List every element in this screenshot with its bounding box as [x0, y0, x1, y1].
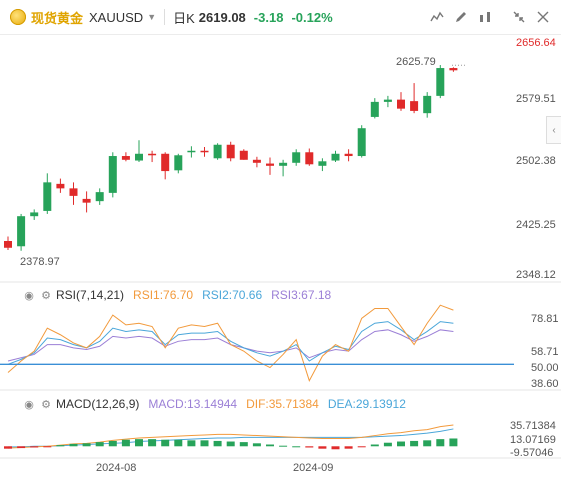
- macd-bar: [161, 439, 170, 447]
- macd-bar: [187, 440, 196, 447]
- chart-window: 现货黄金 XAUUSD ▼ 日K 2619.08 -3.18 -0.12% 26…: [0, 0, 561, 482]
- settings-gear-icon[interactable]: ⚙: [39, 398, 53, 411]
- eye-icon[interactable]: ◉: [22, 398, 36, 411]
- dea-value: DEA:29.13912: [327, 397, 406, 411]
- rsi-legend: ◉ ⚙ RSI(7,14,21) RSI1:76.70 RSI2:70.66 R…: [22, 288, 331, 302]
- rsi-tick: 58.71: [531, 346, 559, 358]
- rsi3-value: RSI3:67.18: [271, 288, 332, 302]
- macd-bar: [266, 444, 274, 447]
- macd-bar: [43, 446, 52, 448]
- settings-gear-icon[interactable]: ⚙: [39, 289, 53, 302]
- close-icon[interactable]: [533, 8, 553, 26]
- toolbar: [427, 8, 553, 26]
- symbol-selector[interactable]: XAUUSD: [89, 10, 143, 25]
- macd-tick: 13.07169: [510, 434, 556, 446]
- price-tick: 2348.12: [516, 269, 556, 281]
- rsi-tick: 38.60: [531, 378, 559, 390]
- time-tick: 2024-09: [293, 462, 333, 474]
- period-selector[interactable]: 日K: [173, 8, 195, 27]
- high-annotation: 2625.79: [396, 56, 436, 68]
- rsi-tick: 50.00: [531, 362, 559, 374]
- macd-bar: [4, 446, 12, 449]
- chart-canvas[interactable]: 2656.64 2579.51 2502.38 2425.25 2348.12 …: [0, 34, 561, 482]
- chart-header: 现货黄金 XAUUSD ▼ 日K 2619.08 -3.18 -0.12%: [0, 0, 561, 35]
- macd-bar: [174, 439, 183, 447]
- macd-bar: [148, 439, 157, 447]
- macd-tick: 35.71384: [510, 420, 556, 432]
- chevron-down-icon[interactable]: ▼: [147, 12, 156, 22]
- price-change-pct: -0.12%: [291, 9, 333, 25]
- macd-bar: [200, 440, 209, 447]
- macd-bar: [344, 446, 353, 449]
- macd-bar: [30, 446, 39, 448]
- macd-bar: [423, 440, 432, 447]
- macd-bar: [82, 443, 91, 447]
- macd-bar: [69, 443, 78, 447]
- macd-bar: [239, 442, 248, 447]
- macd-bar: [305, 446, 314, 448]
- rsi2-value: RSI2:70.66: [202, 288, 263, 302]
- price-change: -3.18: [253, 9, 284, 25]
- macd-bar: [17, 446, 26, 449]
- macd-bar: [383, 442, 392, 447]
- price-tick: 2502.38: [516, 155, 556, 167]
- indicator-chart-icon[interactable]: [427, 8, 447, 26]
- macd-bar: [108, 440, 117, 447]
- eye-icon[interactable]: ◉: [22, 289, 36, 302]
- exit-fullscreen-icon[interactable]: [509, 8, 529, 26]
- macd-bar: [449, 438, 458, 447]
- macd-bar: [331, 446, 340, 450]
- macd-bar: [370, 444, 379, 447]
- price-tick: 2579.51: [516, 93, 556, 105]
- macd-bar: [357, 446, 366, 448]
- macd-bar: [135, 439, 143, 447]
- macd-value: MACD:13.14944: [148, 397, 238, 411]
- macd-bar: [292, 446, 301, 448]
- dif-value: DIF:35.71384: [246, 397, 319, 411]
- price-tick-high: 2656.64: [516, 37, 556, 49]
- time-tick: 2024-08: [96, 462, 136, 474]
- macd-bar: [95, 442, 104, 447]
- side-panel-toggle[interactable]: ‹: [546, 116, 561, 144]
- macd-bar: [318, 446, 327, 449]
- macd-bar: [213, 440, 222, 447]
- macd-bar: [279, 445, 288, 447]
- macd-title: MACD(12,26,9): [56, 397, 140, 411]
- divider: [164, 9, 166, 25]
- rsi1-value: RSI1:76.70: [133, 288, 194, 302]
- macd-tick: -9.57046: [510, 447, 553, 459]
- macd-legend: ◉ ⚙ MACD(12,26,9) MACD:13.14944 DIF:35.7…: [22, 397, 406, 411]
- draw-pen-icon[interactable]: [451, 8, 471, 26]
- last-price: 2619.08: [198, 9, 246, 25]
- macd-bar: [252, 443, 261, 447]
- compare-bars-icon[interactable]: [475, 8, 495, 26]
- price-tick: 2425.25: [516, 219, 556, 231]
- toolbar-spacer: [499, 8, 505, 26]
- macd-bar: [397, 441, 405, 447]
- rsi-tick: 78.81: [531, 313, 559, 325]
- rsi-title: RSI(7,14,21): [56, 288, 125, 302]
- macd-bar: [410, 440, 419, 447]
- gold-coin-icon: [10, 9, 26, 25]
- instrument-name: 现货黄金: [31, 10, 84, 26]
- macd-bar: [226, 441, 235, 447]
- macd-bar: [121, 439, 130, 447]
- macd-bar: [436, 439, 445, 447]
- rsi-line: [7, 304, 454, 382]
- low-annotation: 2378.97: [20, 256, 60, 268]
- macd-bar: [56, 445, 65, 447]
